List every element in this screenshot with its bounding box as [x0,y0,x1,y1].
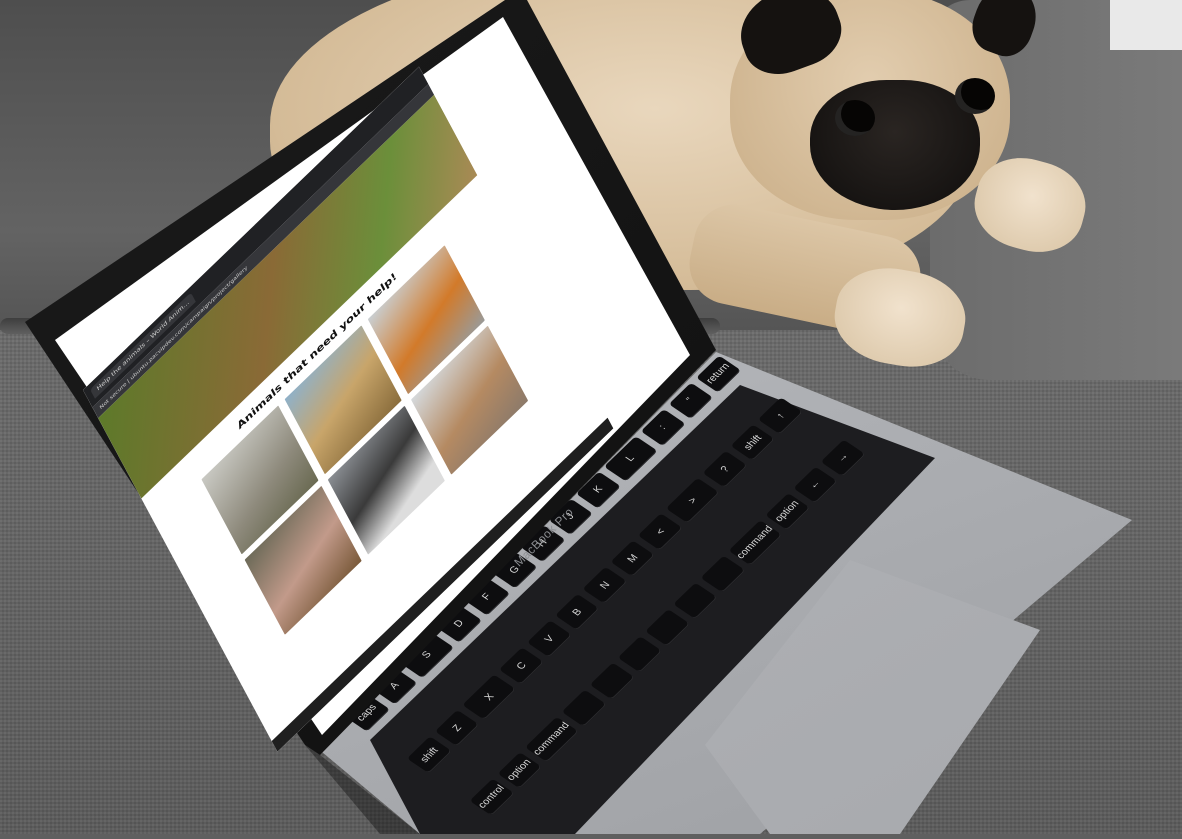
pug-left-eye [835,100,875,136]
key[interactable]: V [527,620,572,658]
key[interactable]: X [462,674,517,720]
key[interactable] [672,582,718,619]
key[interactable]: B [554,593,600,631]
key[interactable]: > [666,477,720,524]
key[interactable]: ← [792,466,838,504]
key[interactable]: command [524,716,579,762]
key[interactable]: N [582,566,628,604]
key[interactable]: command [728,519,782,566]
key[interactable]: Z [434,709,480,747]
key[interactable] [589,662,635,700]
wall [1110,0,1182,50]
key[interactable]: < [638,513,684,551]
key[interactable]: option [764,493,810,530]
key[interactable] [617,635,662,673]
key[interactable] [700,555,746,593]
key[interactable] [561,689,607,727]
key[interactable]: ? [702,451,748,488]
key[interactable]: M [610,540,656,577]
key[interactable]: option [497,751,542,789]
pug-right-eye [955,78,995,114]
key[interactable] [644,608,690,646]
key[interactable]: shift [730,424,776,462]
key[interactable]: C [499,647,545,685]
